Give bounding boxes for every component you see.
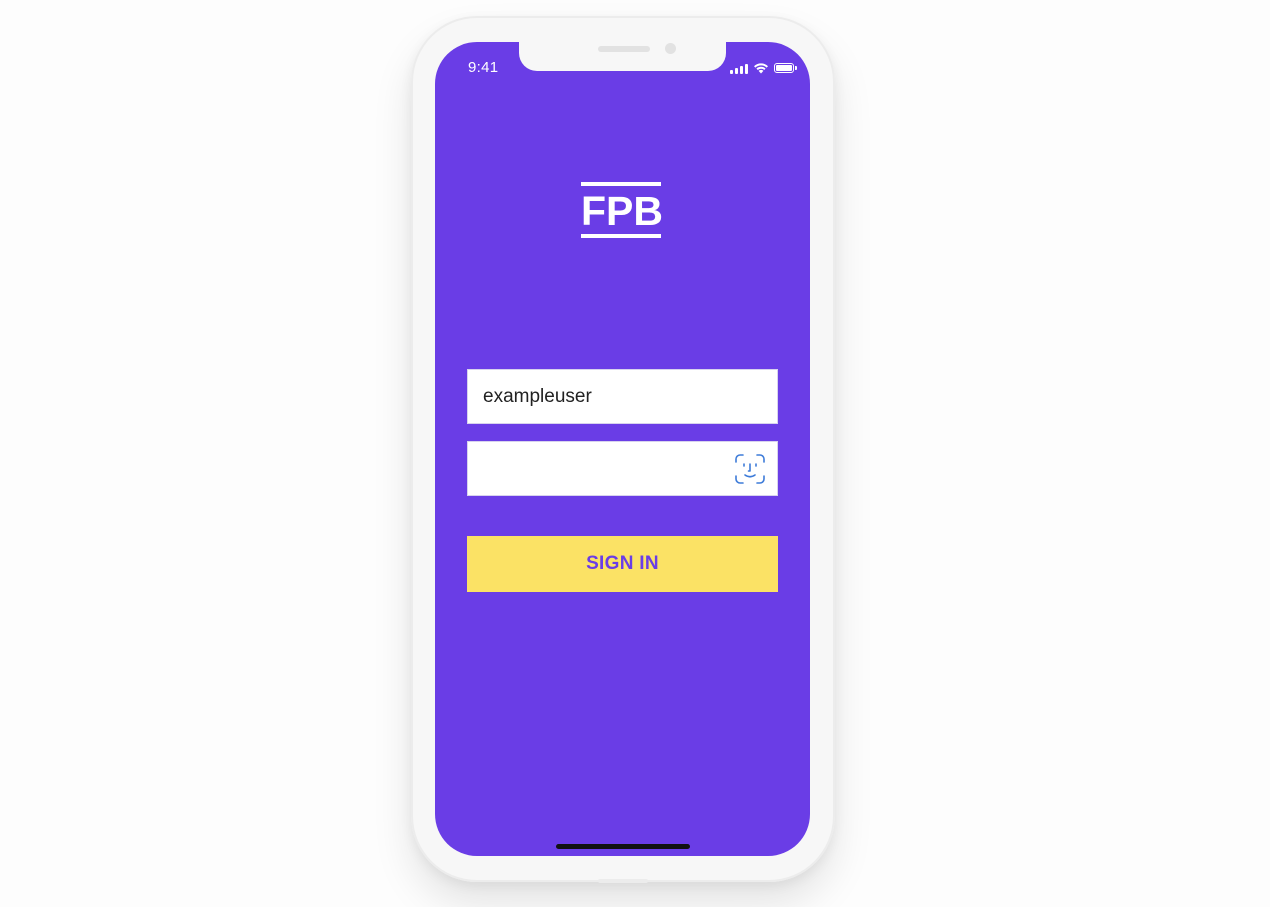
front-camera (665, 43, 676, 54)
status-time: 9:41 (468, 59, 499, 76)
logo-top-bar (581, 182, 661, 186)
app-screen: 9:41 FPB exampleuser SIGN IN (435, 42, 810, 856)
status-icons (730, 61, 797, 75)
face-id-icon[interactable] (734, 453, 766, 485)
username-input[interactable] (468, 370, 777, 423)
app-logo: FPB (581, 182, 663, 240)
wifi-icon (754, 63, 768, 74)
home-indicator[interactable] (556, 844, 690, 849)
speaker-grille (598, 46, 650, 52)
password-field[interactable] (467, 441, 778, 496)
sign-in-button[interactable]: SIGN IN (467, 536, 778, 592)
battery-icon (774, 63, 797, 73)
password-input[interactable] (468, 442, 777, 495)
username-field[interactable] (467, 369, 778, 424)
logo-bottom-bar (581, 234, 661, 238)
page: 9:41 FPB exampleuser SIGN IN (0, 0, 1270, 907)
logo-text: FPB (581, 188, 663, 234)
cellular-signal-icon (730, 63, 748, 74)
phone-notch (519, 42, 726, 71)
phone-bottom-edge (598, 879, 648, 883)
